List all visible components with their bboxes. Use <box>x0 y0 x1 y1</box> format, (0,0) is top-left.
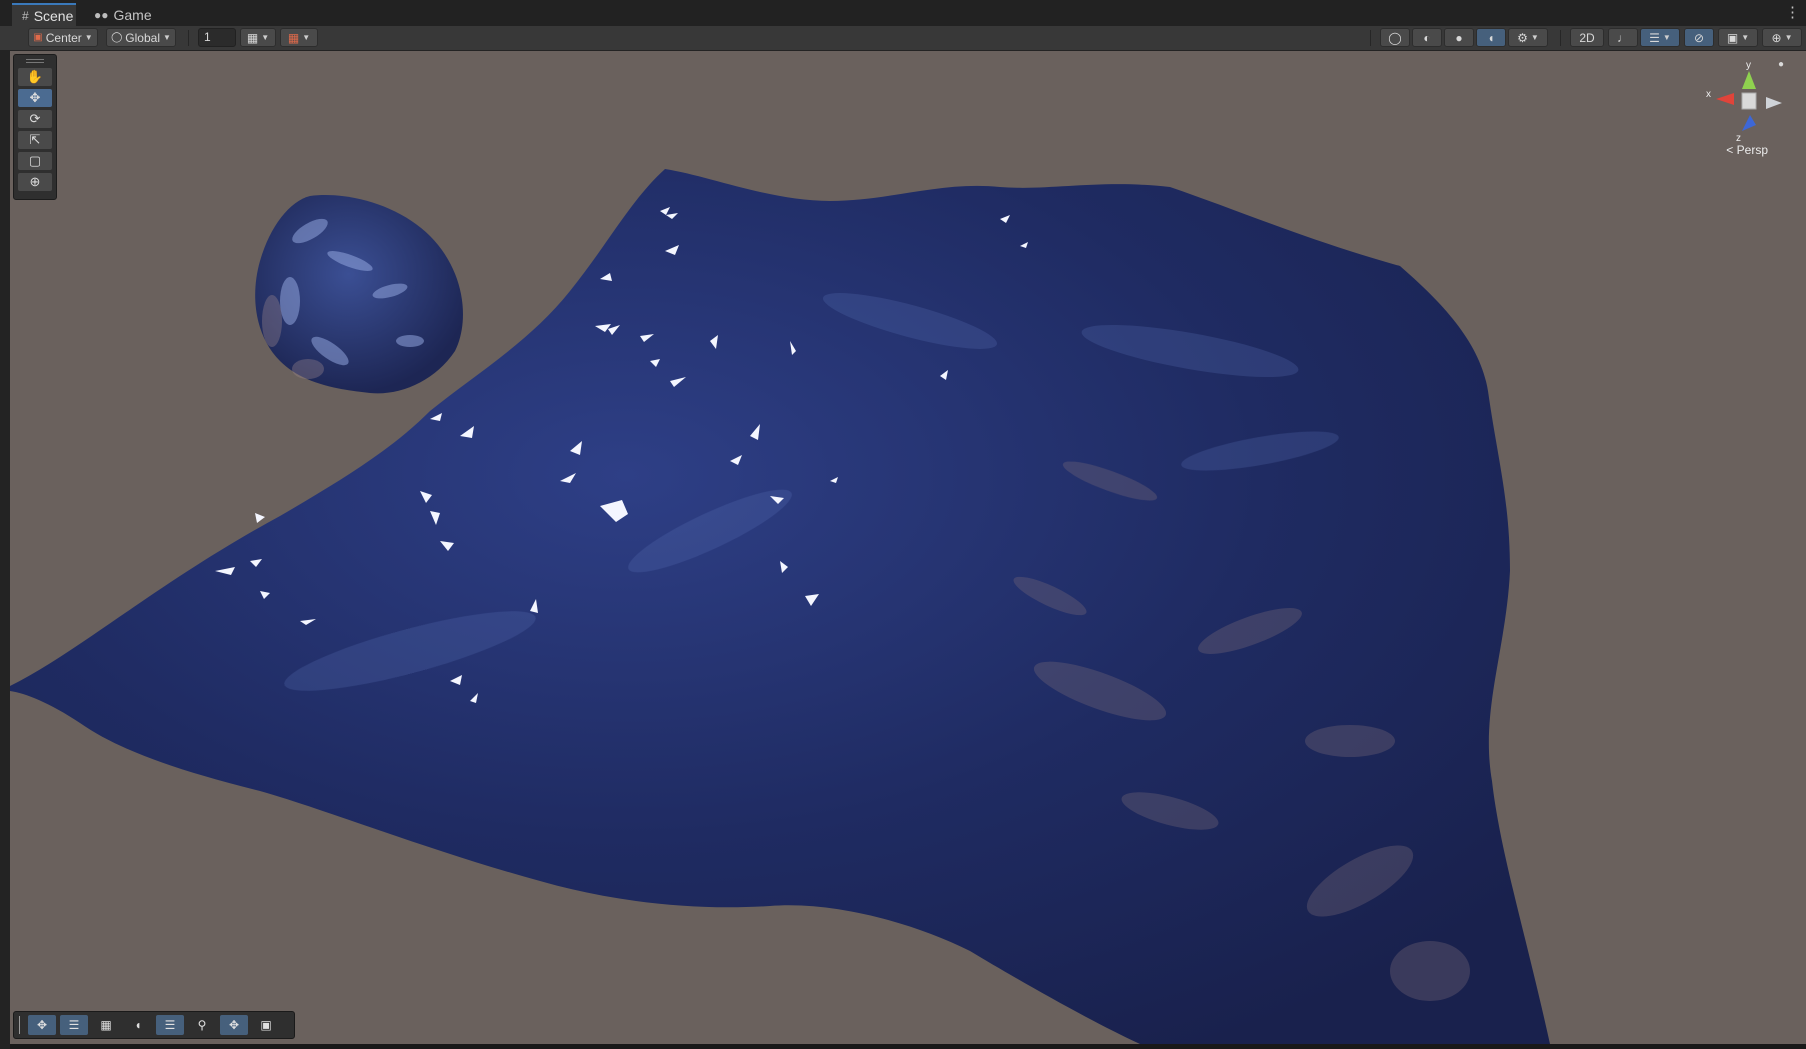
eye-off-icon: ⊘ <box>1693 30 1705 45</box>
move-icon: ✥ <box>36 1018 48 1032</box>
toggle-2d-button[interactable]: 2D <box>1570 28 1604 47</box>
overlay-grid-button[interactable]: ▦ <box>92 1015 120 1035</box>
pivot-rotation-label: Global <box>125 30 160 45</box>
wireframe-shading-button[interactable]: ◐ <box>1412 28 1442 47</box>
global-view-button[interactable]: ◯ <box>1380 28 1410 47</box>
speaker-icon: ♩ <box>1617 30 1629 45</box>
lock-icon[interactable]: ● <box>1778 59 1784 70</box>
chevron-down-icon: ▼ <box>1741 33 1750 42</box>
grid-snap-dropdown[interactable]: ▦ ▼ <box>240 28 276 47</box>
shaded-button[interactable]: ● <box>1444 28 1474 47</box>
gamepad-icon: ●● <box>94 7 109 22</box>
grid-snap-icon: ▦ <box>246 30 259 45</box>
layers-icon: ☰ <box>164 1018 176 1032</box>
left-edge <box>0 51 10 1049</box>
overlay-navigate-button[interactable]: ✥ <box>220 1015 248 1035</box>
shaded-wireframe-button[interactable]: ◖ <box>1476 28 1506 47</box>
sliders-icon: ☰ <box>68 1018 80 1032</box>
pivot-icon: ▣ <box>33 32 43 43</box>
shaded-sphere-icon: ● <box>1455 30 1463 45</box>
gizmos-dropdown[interactable]: ⊕ ▼ <box>1762 28 1802 47</box>
lit-sphere-icon: ◖ <box>1487 30 1495 45</box>
debug-draw-dropdown[interactable]: ⚙ ▼ <box>1508 28 1548 47</box>
chevron-down-icon: ▼ <box>302 33 311 42</box>
tab-game[interactable]: ●● Game <box>84 3 152 26</box>
debug-icon: ⚙ <box>1517 30 1528 45</box>
hand-icon: ✋ <box>26 69 44 84</box>
gizmo-icon: ⊕ <box>1771 30 1782 45</box>
more-options-icon[interactable]: ⋮ <box>1785 3 1800 21</box>
audio-toggle-button[interactable]: ♩ <box>1608 28 1638 47</box>
overlay-move-button[interactable]: ✥ <box>28 1015 56 1035</box>
orientation-gizmo[interactable]: y x z <box>1704 59 1794 149</box>
divider <box>1370 30 1371 46</box>
grid-icon: ▦ <box>100 1018 112 1032</box>
chevron-down-icon: ▼ <box>261 33 270 42</box>
grid-increment-field[interactable]: 1 <box>198 28 236 47</box>
scene-window: # Scene ●● Game ⋮ ▣ Center ▼ ◯ Global ▼ … <box>0 0 1806 1049</box>
grid-icon: # <box>22 8 29 23</box>
rotate-icon: ⟳ <box>29 111 41 126</box>
tab-bar: # Scene ●● Game ⋮ <box>0 0 1806 27</box>
toolbar-grip[interactable] <box>19 1016 20 1034</box>
chevron-down-icon: ▼ <box>162 33 171 42</box>
snap-icon: ▦ <box>287 30 300 45</box>
transform-tool-button[interactable]: ⊕ <box>18 173 52 191</box>
overlay-search-button[interactable]: ⚲ <box>188 1015 216 1035</box>
projection-label: Persp <box>1736 143 1768 157</box>
gizmo-y-label: y <box>1746 60 1751 71</box>
divider <box>188 30 189 46</box>
hidden-objects-button[interactable]: ⊘ <box>1684 28 1714 47</box>
tools-panel: ✋ ✥ ⟳ ⇱ ▢ ⊕ <box>13 54 57 200</box>
axis-gizmo-icon: y x z <box>1706 60 1782 144</box>
scene-render <box>10 169 1550 1044</box>
overlay-toolbar: ✥ ☰ ▦ ◖ ☰ ⚲ ✥ ▣ <box>13 1011 295 1039</box>
scale-icon: ⇱ <box>29 132 41 147</box>
snap-settings-dropdown[interactable]: ▦ ▼ <box>280 28 318 47</box>
effects-dropdown[interactable]: ☰ ▼ <box>1640 28 1680 47</box>
globe-icon: ◯ <box>111 32 123 43</box>
camera-icon: ▣ <box>260 1018 272 1032</box>
move-icon: ✥ <box>29 90 41 105</box>
sphere-icon: ◖ <box>134 1018 142 1032</box>
overlay-shading-button[interactable]: ◖ <box>124 1015 152 1035</box>
panel-grip[interactable] <box>26 59 44 63</box>
chevron-down-icon: ▼ <box>84 33 93 42</box>
layers-icon: ☰ <box>1649 30 1660 45</box>
overlay-camera-button[interactable]: ▣ <box>252 1015 280 1035</box>
chevron-left-icon: < <box>1726 143 1734 157</box>
move-arrows-icon: ✥ <box>228 1018 240 1032</box>
globe-icon: ◯ <box>1388 30 1402 45</box>
rect-icon: ▢ <box>28 153 42 168</box>
rotate-tool-button[interactable]: ⟳ <box>18 110 52 128</box>
camera-settings-dropdown[interactable]: ▣ ▼ <box>1718 28 1758 47</box>
scene-toolbar: ▣ Center ▼ ◯ Global ▼ 1 ▦ ▼ ▦ ▼ ◯ ◐ ● ◖ … <box>0 26 1806 51</box>
scale-tool-button[interactable]: ⇱ <box>18 131 52 149</box>
chevron-down-icon: ▼ <box>1784 33 1793 42</box>
gizmo-x-label: x <box>1706 89 1711 100</box>
move-tool-button[interactable]: ✥ <box>18 89 52 107</box>
wireframe-sphere-icon: ◐ <box>1423 30 1431 45</box>
rect-tool-button[interactable]: ▢ <box>18 152 52 170</box>
scene-viewport[interactable]: ✋ ✥ ⟳ ⇱ ▢ ⊕ y x z ● < Persp ✥ ☰ ▦ ◖ ☰ ⚲ … <box>10 51 1806 1044</box>
transform-icon: ⊕ <box>29 174 41 189</box>
chevron-down-icon: ▼ <box>1662 33 1671 42</box>
projection-toggle[interactable]: < Persp <box>1726 143 1768 157</box>
tab-scene[interactable]: # Scene <box>12 3 76 26</box>
divider <box>1560 30 1561 46</box>
tab-scene-label: Scene <box>33 7 74 24</box>
overlay-settings-button[interactable]: ☰ <box>60 1015 88 1035</box>
chevron-down-icon: ▼ <box>1530 33 1539 42</box>
pivot-mode-dropdown[interactable]: ▣ Center ▼ <box>28 28 98 47</box>
overlay-layers-button[interactable]: ☰ <box>156 1015 184 1035</box>
search-icon: ⚲ <box>197 1018 207 1032</box>
tab-game-label: Game <box>113 6 152 23</box>
camera-icon: ▣ <box>1726 30 1739 45</box>
hand-tool-button[interactable]: ✋ <box>18 68 52 86</box>
pivot-mode-label: Center <box>45 30 82 45</box>
pivot-rotation-dropdown[interactable]: ◯ Global ▼ <box>106 28 176 47</box>
